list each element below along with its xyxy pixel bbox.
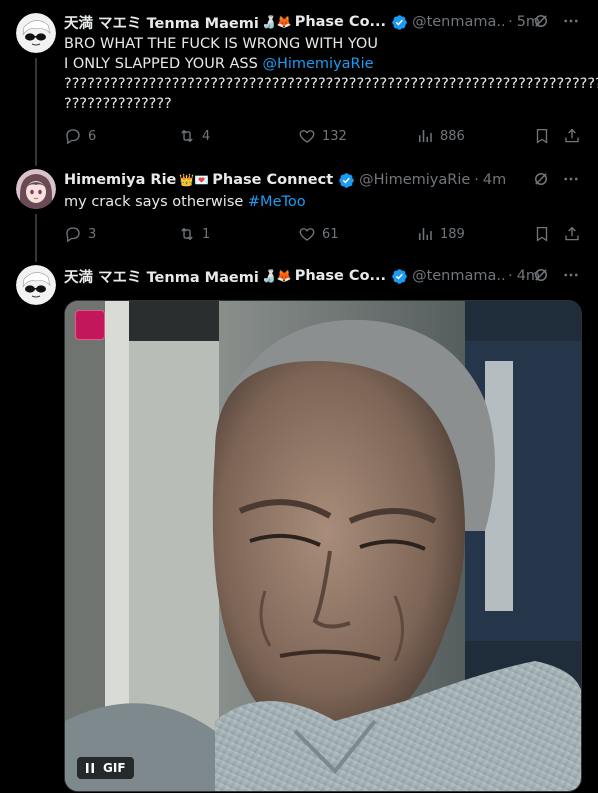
hashtag-link[interactable]: #MeToo: [248, 194, 306, 210]
reply-button[interactable]: 6: [64, 127, 96, 145]
bookmark-button[interactable]: [533, 127, 557, 145]
gif-media[interactable]: GIF: [64, 300, 582, 792]
verified-icon: [392, 14, 407, 30]
tweet-header: 天満 マエミ Tenma Maemi 🍶🦊 Phase Co... @tenma…: [64, 266, 584, 286]
handle[interactable]: @tenmama...: [412, 268, 504, 284]
share-icon: [565, 226, 579, 241]
tweet[interactable]: 天満 マエミ Tenma Maemi 🍶🦊 Phase Co... @tenma…: [0, 0, 598, 160]
text-segment: I ONLY SLAPPED YOUR ASS: [64, 56, 263, 72]
reply-button[interactable]: 3: [64, 225, 96, 243]
handle[interactable]: @tenmama...: [412, 14, 504, 30]
reply-icon: [66, 129, 80, 145]
affiliation[interactable]: Phase Co...: [295, 14, 386, 30]
display-name[interactable]: Himemiya Rie: [64, 172, 176, 188]
share-icon: [565, 128, 579, 143]
text-line: ????????????????????????????????????????…: [64, 76, 598, 92]
separator-dot: ·: [508, 268, 513, 284]
affiliation[interactable]: Phase Co...: [295, 268, 386, 284]
display-name[interactable]: 天満 マエミ Tenma Maemi: [64, 266, 259, 287]
like-button[interactable]: 132: [298, 127, 347, 145]
grok-icon[interactable]: [532, 170, 550, 188]
views-icon: [419, 130, 432, 142]
text-segment: my crack says otherwise: [64, 194, 248, 210]
verified-icon: [339, 172, 354, 188]
like-count: 61: [322, 226, 339, 242]
name-badges: 👑💌: [179, 173, 210, 187]
views-button[interactable]: 189: [416, 225, 465, 243]
mention-link[interactable]: @HimemiyaRie: [262, 56, 373, 72]
separator-dot: ·: [508, 14, 513, 30]
display-name[interactable]: 天満 マエミ Tenma Maemi: [64, 12, 259, 33]
reply-count: 3: [88, 226, 97, 242]
media-badge: [75, 310, 105, 340]
tweet-actions: 6 4 132 886: [64, 126, 584, 146]
like-count: 132: [322, 128, 347, 144]
text-line: BRO WHAT THE FUCK IS WRONG WITH YOU: [64, 36, 378, 52]
gif-controls[interactable]: GIF: [77, 757, 134, 779]
like-button[interactable]: 61: [298, 225, 339, 243]
repost-icon: [181, 129, 193, 143]
avatar[interactable]: [16, 13, 56, 53]
bookmark-button[interactable]: [533, 225, 557, 243]
affiliation[interactable]: Phase Connect: [212, 172, 333, 188]
repost-button[interactable]: 1: [178, 225, 210, 243]
avatar[interactable]: [16, 169, 56, 209]
tweet-text: my crack says otherwise #MeToo: [64, 192, 584, 212]
bookmark-icon: [536, 128, 548, 144]
repost-count: 1: [202, 226, 211, 242]
share-button[interactable]: [563, 127, 587, 145]
repost-icon: [181, 227, 193, 241]
text-line: ??????????????: [64, 96, 172, 112]
tweet-header: Himemiya Rie 👑💌 Phase Connect @HimemiyaR…: [64, 170, 584, 190]
pause-icon[interactable]: [85, 762, 95, 774]
name-badges: 🍶🦊: [261, 15, 292, 29]
more-icon[interactable]: [562, 266, 580, 284]
views-icon: [419, 228, 432, 240]
grok-icon[interactable]: [532, 266, 550, 284]
reply-count: 6: [88, 128, 97, 144]
tweet-actions: 3 1 61 189: [64, 224, 584, 244]
view-count: 189: [440, 226, 465, 242]
gif-label: GIF: [103, 761, 126, 775]
like-icon: [299, 130, 315, 143]
repost-count: 4: [202, 128, 211, 144]
view-count: 886: [440, 128, 465, 144]
more-icon[interactable]: [562, 170, 580, 188]
share-button[interactable]: [563, 225, 587, 243]
gif-image[interactable]: [65, 301, 582, 792]
avatar[interactable]: [16, 265, 56, 305]
verified-icon: [392, 268, 407, 284]
tweet[interactable]: Himemiya Rie 👑💌 Phase Connect @HimemiyaR…: [0, 160, 598, 256]
grok-icon[interactable]: [532, 12, 550, 30]
more-icon[interactable]: [562, 12, 580, 30]
timestamp[interactable]: 4m: [483, 172, 506, 188]
repost-button[interactable]: 4: [178, 127, 210, 145]
bookmark-icon: [536, 226, 548, 242]
tweet-header: 天満 マエミ Tenma Maemi 🍶🦊 Phase Co... @tenma…: [64, 12, 584, 32]
text-line: I ONLY SLAPPED YOUR ASS @HimemiyaRie: [64, 54, 584, 74]
views-button[interactable]: 886: [416, 127, 465, 145]
reply-icon: [66, 227, 80, 243]
like-icon: [299, 228, 315, 241]
tweet-text: BRO WHAT THE FUCK IS WRONG WITH YOU I ON…: [64, 34, 598, 114]
separator-dot: ·: [474, 172, 479, 188]
handle[interactable]: @HimemiyaRie: [359, 172, 470, 188]
name-badges: 🍶🦊: [261, 269, 292, 283]
